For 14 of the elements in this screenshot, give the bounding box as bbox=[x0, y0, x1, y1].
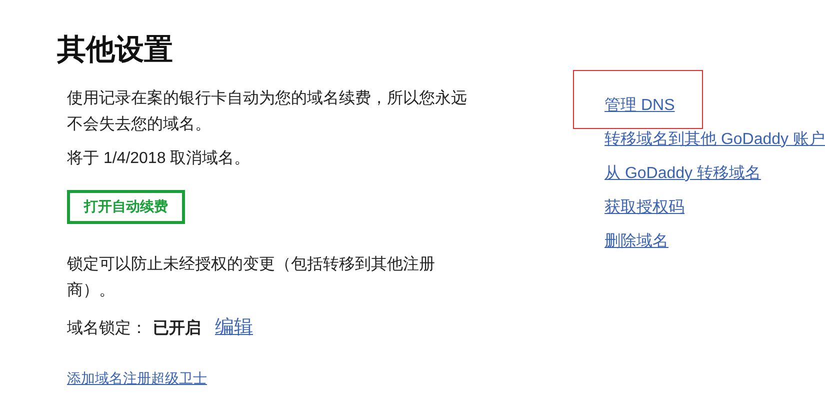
lock-description: 锁定可以防止未经授权的变更（包括转移到其他注册商）。 bbox=[67, 254, 436, 301]
edit-link[interactable]: 编辑 bbox=[215, 314, 253, 340]
domain-action-link[interactable]: 管理 DNS bbox=[604, 97, 675, 114]
domain-action-link[interactable]: 获取授权码 bbox=[604, 199, 685, 216]
section-title: 其他设置 bbox=[57, 33, 174, 68]
auto-renew-description: 使用记录在案的银行卡自动为您的域名续费，所以您永远不会失去您的域名。 bbox=[67, 88, 468, 135]
domain-action-link[interactable]: 转移域名到其他 GoDaddy 账户 bbox=[604, 131, 825, 148]
lock-status: 已开启 bbox=[153, 318, 201, 339]
auto-renew-button[interactable]: 打开自动续费 bbox=[67, 190, 185, 224]
domain-action-link[interactable]: 从 GoDaddy 转移域名 bbox=[604, 165, 761, 182]
domain-action-link[interactable]: 删除域名 bbox=[604, 233, 669, 250]
lock-label: 域名锁定： bbox=[67, 318, 147, 339]
add-protection-link[interactable]: 添加域名注册超级卫士 bbox=[67, 370, 207, 388]
cancel-notice: 将于 1/4/2018 取消域名。 bbox=[67, 148, 252, 169]
